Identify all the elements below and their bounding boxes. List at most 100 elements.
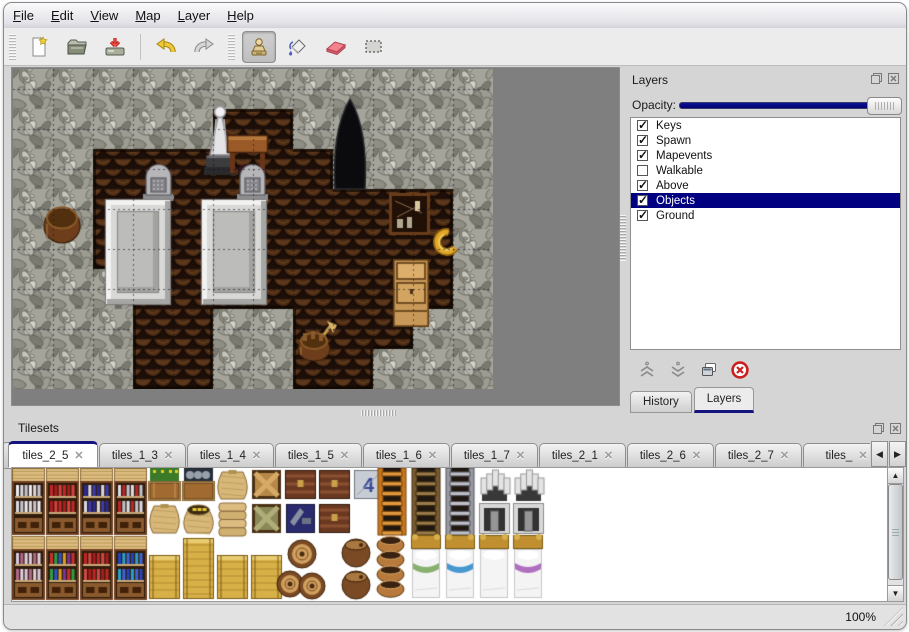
menu-map[interactable]: Map: [135, 8, 160, 23]
layer-row-walkable[interactable]: Walkable: [631, 163, 900, 178]
layer-row-ground[interactable]: ✓ Ground: [631, 208, 900, 223]
eraser-icon: [323, 35, 349, 59]
layer-name: Mapevents: [656, 150, 712, 162]
layer-name: Ground: [656, 210, 694, 222]
redo-icon: [191, 35, 217, 59]
duplicate-layer-button[interactable]: [698, 359, 720, 381]
eraser-tool-button[interactable]: [320, 32, 352, 62]
tileset-tab-tiles_1_3[interactable]: tiles_1_3 ✕: [99, 443, 186, 468]
close-tab-icon[interactable]: ✕: [604, 449, 613, 462]
map-canvas[interactable]: [13, 69, 493, 389]
scroll-down-button[interactable]: ▼: [888, 585, 903, 601]
close-tab-icon[interactable]: ✕: [692, 449, 701, 462]
tileset-tab-tiles_[interactable]: tiles_ ✕: [803, 443, 870, 468]
menu-file[interactable]: File: [13, 8, 34, 23]
save-file-button[interactable]: [99, 32, 131, 62]
toolbar-grip[interactable]: [228, 34, 235, 60]
rect-select-tool-button[interactable]: [358, 32, 390, 62]
scrollbar-thumb[interactable]: [888, 484, 903, 580]
scroll-tabs-right-button[interactable]: ▶: [889, 441, 906, 467]
opacity-label: Opacity:: [632, 98, 676, 112]
close-panel-icon[interactable]: [889, 422, 902, 435]
stamp-tool-button[interactable]: [242, 31, 276, 63]
new-file-icon: [27, 35, 51, 59]
save-icon: [103, 35, 127, 59]
delete-layer-icon: [730, 360, 750, 380]
open-folder-icon: [65, 35, 89, 59]
resize-grip[interactable]: [884, 607, 903, 626]
checked-checkbox[interactable]: ✓: [637, 120, 648, 131]
opacity-slider-handle[interactable]: [867, 97, 902, 115]
checked-checkbox[interactable]: ✓: [637, 195, 648, 206]
tileset-tab-tiles_2_7[interactable]: tiles_2_7✕: [715, 443, 802, 468]
menu-edit[interactable]: Edit: [51, 8, 73, 23]
tileset-tab-tiles_2_5[interactable]: tiles_2_5✕: [8, 441, 98, 468]
close-tab-icon[interactable]: ✕: [780, 449, 789, 462]
opacity-slider[interactable]: [679, 97, 902, 113]
arrow-right-icon: ▶: [894, 449, 901, 460]
tileset-tab-tiles_1_7[interactable]: tiles_1_7 ✕: [451, 443, 538, 468]
tileset-tab-label: tiles_1_3: [112, 450, 158, 462]
close-tab-icon[interactable]: ✕: [428, 449, 437, 462]
checked-checkbox[interactable]: ✓: [637, 135, 648, 146]
scroll-up-button[interactable]: ▲: [888, 468, 903, 484]
close-tab-icon[interactable]: ✕: [858, 449, 867, 462]
redo-button[interactable]: [188, 32, 220, 62]
close-tab-icon[interactable]: ✕: [252, 449, 261, 462]
checked-checkbox[interactable]: ✓: [637, 210, 648, 221]
undo-button[interactable]: [150, 32, 182, 62]
tileset-tab-tiles_1_4[interactable]: tiles_1_4✕: [187, 443, 274, 468]
checked-checkbox[interactable]: ✓: [637, 150, 648, 161]
tilesets-panel: Tilesets tiles_2_5✕tiles_1_3✕tiles_1_4✕t…: [8, 418, 906, 606]
close-tab-icon[interactable]: ✕: [164, 449, 173, 462]
tile-palette-canvas[interactable]: [12, 468, 887, 601]
tileset-tab-tiles_2_6[interactable]: tiles_2_6✕: [627, 443, 714, 468]
layer-row-above[interactable]: ✓ Above: [631, 178, 900, 193]
tilesets-panel-controls: [872, 422, 902, 435]
tileset-tab-label: tiles_1_7: [464, 450, 510, 462]
open-file-button[interactable]: [61, 32, 93, 62]
tileset-tab-tiles_1_6[interactable]: tiles_1_6✕: [363, 443, 450, 468]
toolbar-separator: [140, 34, 141, 60]
unchecked-checkbox[interactable]: [637, 165, 648, 176]
layer-row-keys[interactable]: ✓Keys: [631, 118, 900, 133]
close-panel-icon[interactable]: [887, 72, 900, 85]
horizontal-splitter-handle[interactable]: [361, 410, 397, 416]
app-window: File Edit View Map Layer Help: [0, 0, 909, 632]
tile-palette[interactable]: [11, 467, 888, 602]
tileset-tab-bar: tiles_2_5✕tiles_1_3✕tiles_1_4✕tiles_1_5✕…: [8, 440, 870, 468]
duplicate-layer-icon: [699, 360, 719, 380]
toolbar-grip[interactable]: [9, 34, 16, 60]
new-file-button[interactable]: [23, 32, 55, 62]
scroll-tabs-left-button[interactable]: ◀: [871, 441, 888, 467]
layers-panel-title: Layers: [632, 73, 668, 87]
close-tab-icon[interactable]: ✕: [340, 449, 349, 462]
dock-tab-history[interactable]: History: [630, 391, 692, 413]
layer-row-mapevents[interactable]: ✓ Mapevents: [631, 148, 900, 163]
float-panel-icon[interactable]: [872, 422, 885, 435]
tileset-tab-tiles_2_1[interactable]: tiles_2_1✕: [539, 443, 626, 468]
palette-scrollbar[interactable]: ▲ ▼: [887, 467, 904, 602]
close-tab-icon[interactable]: ✕: [516, 449, 525, 462]
tileset-tab-label: tiles_1_5: [288, 450, 334, 462]
delete-layer-button[interactable]: [729, 359, 751, 381]
layer-name: Above: [656, 180, 689, 192]
map-viewport[interactable]: [11, 67, 620, 406]
tileset-tab-tiles_1_5[interactable]: tiles_1_5 ✕: [275, 443, 362, 468]
layer-name: Objects: [656, 195, 695, 207]
tileset-tab-label: tiles_: [825, 450, 852, 462]
layer-row-spawn[interactable]: ✓Spawn: [631, 133, 900, 148]
lower-layer-button[interactable]: [667, 359, 689, 381]
menu-help[interactable]: Help: [227, 8, 254, 23]
arrow-down-icon: ▼: [892, 589, 900, 598]
float-panel-icon[interactable]: [870, 72, 883, 85]
menu-layer[interactable]: Layer: [178, 8, 211, 23]
toolbar: [4, 28, 906, 66]
dock-tab-layers[interactable]: Layers: [694, 387, 755, 413]
checked-checkbox[interactable]: ✓: [637, 180, 648, 191]
fill-tool-button[interactable]: [282, 32, 314, 62]
raise-layer-button[interactable]: [636, 359, 658, 381]
close-tab-icon[interactable]: ✕: [74, 449, 83, 462]
menu-view[interactable]: View: [90, 8, 118, 23]
layer-row-objects[interactable]: ✓ Objects: [631, 193, 900, 208]
